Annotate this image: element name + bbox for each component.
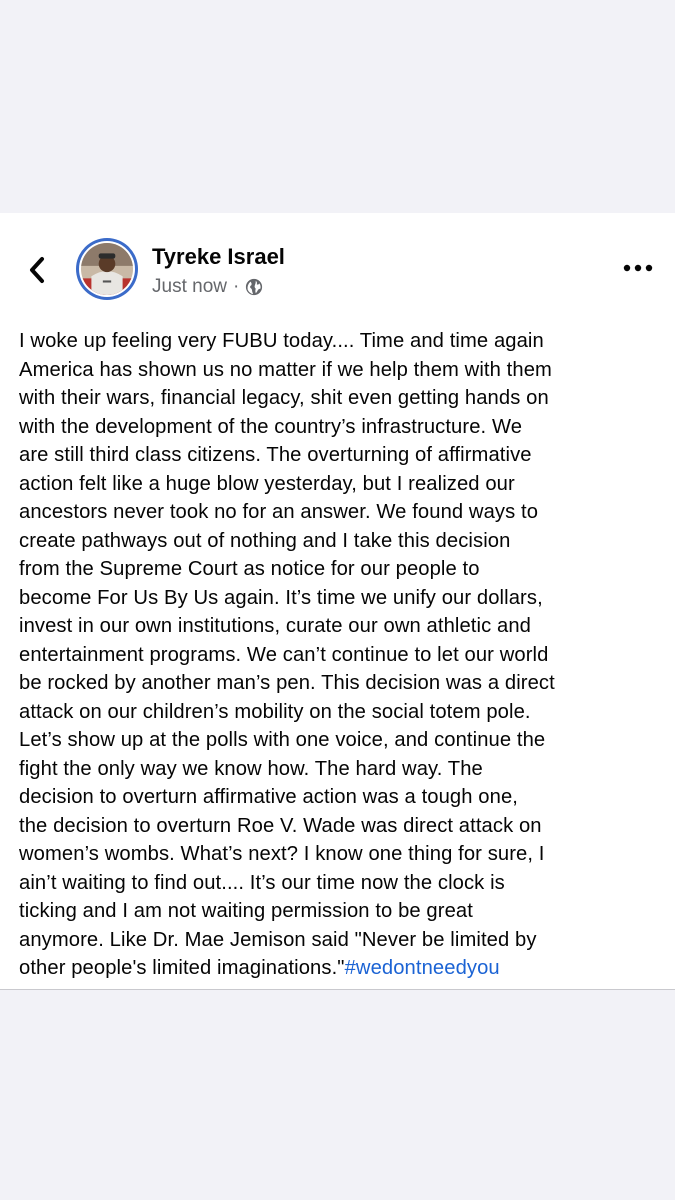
post-text-line: attack on our children’s mobility on the… xyxy=(19,700,531,723)
top-empty-area xyxy=(0,0,675,213)
post-text-line: are still third class citizens. The over… xyxy=(19,444,532,466)
post-text-line: be rocked by another man’s pen. This dec… xyxy=(19,672,555,694)
post-text: I woke up feeling very FUBU today.... Ti… xyxy=(19,327,664,983)
post-text-line: invest in our own institutions, curate o… xyxy=(19,615,531,637)
hashtag-link[interactable]: #wedontneedyou xyxy=(345,957,500,979)
avatar-photo xyxy=(81,243,133,295)
more-options-button[interactable] xyxy=(620,256,656,280)
back-button[interactable] xyxy=(20,250,54,290)
post-text-quote-end: other people's limited imaginations." xyxy=(19,957,345,979)
post-text-line: ticking and I am not waiting permission … xyxy=(19,900,473,922)
post-text-line: create pathways out of nothing and I tak… xyxy=(19,529,511,552)
post-text-line: with their wars, financial legacy, shit … xyxy=(19,387,549,409)
post-text-line: I woke up feeling very FUBU today.... Ti… xyxy=(19,330,544,352)
post-text-line: entertainment programs. We can’t continu… xyxy=(19,643,549,666)
author-name[interactable]: Tyreke Israel xyxy=(152,244,285,270)
post-meta: Just now · xyxy=(152,276,263,298)
post-text-line: decision to overturn affirmative action … xyxy=(19,786,518,808)
meta-separator: · xyxy=(232,276,240,297)
post-text-line: with the development of the country’s in… xyxy=(19,415,523,438)
post-text-line: ain’t waiting to find out.... It’s our t… xyxy=(19,871,505,894)
more-dots-icon xyxy=(623,264,653,272)
post-text-line: fight the only way we know how. The hard… xyxy=(19,757,483,780)
avatar[interactable] xyxy=(76,238,138,300)
avatar-frame xyxy=(79,241,135,297)
globe-icon[interactable] xyxy=(245,278,263,296)
bottom-empty-area xyxy=(0,989,675,1200)
post-text-line: women’s wombs. What’s next? I know one t… xyxy=(19,843,545,865)
post-timestamp[interactable]: Just now xyxy=(152,276,227,298)
post-text-line: the decision to overturn Roe V. Wade was… xyxy=(19,814,542,837)
post-text-line: anymore. Like Dr. Mae Jemison said "Neve… xyxy=(19,928,537,951)
post-text-line: America has shown us no matter if we hel… xyxy=(19,358,552,381)
post-text-line: become For Us By Us again. It’s time we … xyxy=(19,586,543,609)
chevron-left-icon xyxy=(30,257,44,283)
post-text-line: action felt like a huge blow yesterday, … xyxy=(19,472,515,495)
post-text-last-line: other people's limited imaginations."#we… xyxy=(19,954,664,983)
post-text-line: from the Supreme Court as notice for our… xyxy=(19,558,480,580)
post-text-line: ancestors never took no for an answer. W… xyxy=(19,501,539,523)
post-text-line: Let’s show up at the polls with one voic… xyxy=(19,729,546,751)
